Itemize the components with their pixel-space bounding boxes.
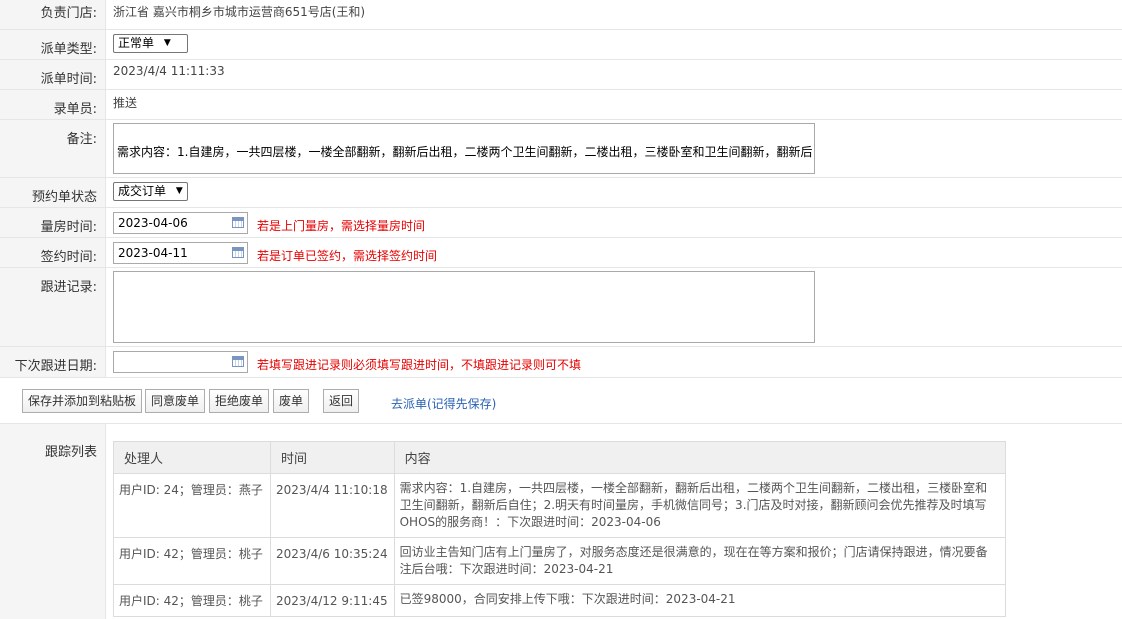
sign-time-label: 签约时间: <box>0 238 106 267</box>
calendar-icon[interactable] <box>232 217 244 228</box>
followup-record-label: 跟进记录: <box>0 268 106 346</box>
back-button[interactable]: 返回 <box>323 389 359 413</box>
sign-time-input[interactable]: 2023-04-11 <box>113 242 248 264</box>
booking-status-selected: 成交订单 <box>118 184 167 198</box>
followup-record-cell <box>113 268 1122 346</box>
row-store: 负责门店: 浙江省 嘉兴市桐乡市城市运营商651号店(王和) <box>0 0 1122 30</box>
table-row: 用户ID: 42；管理员：桃子 2023/4/6 10:35:24 回访业主告知… <box>113 537 1007 585</box>
header-time: 时间 <box>270 441 395 474</box>
row-content: 需求内容：1.自建房，一共四层楼，一楼全部翻新，翻新后出租，二楼两个卫生间翻新，… <box>393 473 1007 538</box>
row-recorder: 录单员: 推送 <box>0 90 1122 120</box>
table-row: 用户ID: 42；管理员：桃子 2023/4/12 9:11:45 已签9800… <box>113 584 1007 617</box>
row-content: 回访业主告知门店有上门量房了，对服务态度还是很满意的，现在在等方案和报价；门店请… <box>393 537 1007 585</box>
dispatch-time-value: 2023/4/4 11:11:33 <box>113 64 225 78</box>
void-button[interactable]: 废单 <box>273 389 309 413</box>
row-dispatch-time: 派单时间: 2023/4/4 11:11:33 <box>0 60 1122 90</box>
recorder-value: 推送 <box>113 96 138 110</box>
sign-time-hint: 若是订单已签约，需选择签约时间 <box>257 249 438 263</box>
chevron-down-icon: ▼ <box>163 38 171 48</box>
row-next-followup: 下次跟进日期: 若填写跟进记录则必须填写跟进时间，不填跟进记录则可不填 <box>0 347 1122 378</box>
row-time: 2023/4/12 9:11:45 <box>270 584 395 617</box>
followup-record-textarea[interactable] <box>113 271 815 343</box>
action-bar: 保存并添加到粘贴板 同意废单 拒绝废单 废单 返回 去派单(记得先保存) <box>0 378 1122 424</box>
row-time: 2023/4/6 10:35:24 <box>270 537 395 585</box>
dispatch-type-label: 派单类型: <box>0 30 106 59</box>
booking-status-cell: 成交订单 ▼ <box>113 178 1122 207</box>
measure-time-value: 2023-04-06 <box>118 216 188 230</box>
row-handler: 用户ID: 42；管理员：桃子 <box>113 584 271 617</box>
table-row: 用户ID: 24；管理员：燕子 2023/4/4 11:10:18 需求内容：1… <box>113 473 1007 538</box>
chevron-down-icon: ▼ <box>175 186 183 196</box>
booking-status-label: 预约单状态 <box>0 178 106 207</box>
store-value-cell: 浙江省 嘉兴市桐乡市城市运营商651号店(王和) <box>113 0 1122 29</box>
store-label: 负责门店: <box>0 0 106 29</box>
remark-textarea[interactable]: 需求内容：1.自建房，一共四层楼，一楼全部翻新，翻新后出租，二楼两个卫生间翻新，… <box>113 123 815 174</box>
row-handler: 用户ID: 24；管理员：燕子 <box>113 473 271 538</box>
next-followup-cell: 若填写跟进记录则必须填写跟进时间，不填跟进记录则可不填 <box>113 347 1122 377</box>
measure-time-cell: 2023-04-06 若是上门量房，需选择量房时间 <box>113 208 1122 237</box>
tracking-section: 跟踪列表 处理人 时间 内容 用户ID: 24；管理员：燕子 2023/4/4 … <box>0 424 1122 619</box>
remark-text: 需求内容：1.自建房，一共四层楼，一楼全部翻新，翻新后出租，二楼两个卫生间翻新，… <box>117 145 815 159</box>
remark-cell: 需求内容：1.自建房，一共四层楼，一楼全部翻新，翻新后出租，二楼两个卫生间翻新，… <box>113 120 1122 177</box>
next-followup-hint: 若填写跟进记录则必须填写跟进时间，不填跟进记录则可不填 <box>257 358 582 372</box>
next-followup-input[interactable] <box>113 351 248 373</box>
remark-label: 备注: <box>0 120 106 177</box>
sign-time-value: 2023-04-11 <box>118 246 188 260</box>
dispatch-type-cell: 正常单 ▼ <box>113 30 1122 59</box>
dispatch-time-cell: 2023/4/4 11:11:33 <box>113 60 1122 89</box>
tracking-label: 跟踪列表 <box>0 424 106 619</box>
measure-time-hint: 若是上门量房，需选择量房时间 <box>257 219 426 233</box>
row-time: 2023/4/4 11:10:18 <box>270 473 395 538</box>
store-value: 浙江省 嘉兴市桐乡市城市运营商651号店(王和) <box>113 5 366 19</box>
recorder-cell: 推送 <box>113 90 1122 119</box>
row-followup-record: 跟进记录: <box>0 268 1122 347</box>
tracking-table: 处理人 时间 内容 用户ID: 24；管理员：燕子 2023/4/4 11:10… <box>113 441 1007 617</box>
dispatch-type-selected: 正常单 <box>118 36 155 50</box>
dispatch-time-label: 派单时间: <box>0 60 106 89</box>
row-dispatch-type: 派单类型: 正常单 ▼ <box>0 30 1122 60</box>
agree-void-button[interactable]: 同意废单 <box>145 389 205 413</box>
measure-time-input[interactable]: 2023-04-06 <box>113 212 248 234</box>
booking-status-select[interactable]: 成交订单 ▼ <box>113 182 188 201</box>
save-and-copy-button[interactable]: 保存并添加到粘贴板 <box>22 389 142 413</box>
recorder-label: 录单员: <box>0 90 106 119</box>
row-measure-time: 量房时间: 2023-04-06 若是上门量房，需选择量房时间 <box>0 208 1122 238</box>
calendar-icon[interactable] <box>232 247 244 258</box>
measure-time-label: 量房时间: <box>0 208 106 237</box>
header-handler: 处理人 <box>113 441 271 474</box>
row-sign-time: 签约时间: 2023-04-11 若是订单已签约，需选择签约时间 <box>0 238 1122 268</box>
next-followup-label: 下次跟进日期: <box>0 347 106 377</box>
header-content: 内容 <box>393 441 1007 474</box>
row-booking-status: 预约单状态 成交订单 ▼ <box>0 178 1122 208</box>
reject-void-button[interactable]: 拒绝废单 <box>209 389 269 413</box>
dispatch-type-select[interactable]: 正常单 ▼ <box>113 34 188 53</box>
tracking-header-row: 处理人 时间 内容 <box>113 441 1007 474</box>
row-remark: 备注: 需求内容：1.自建房，一共四层楼，一楼全部翻新，翻新后出租，二楼两个卫生… <box>0 120 1122 178</box>
calendar-icon[interactable] <box>232 356 244 367</box>
go-dispatch-link[interactable]: 去派单(记得先保存) <box>391 395 496 412</box>
sign-time-cell: 2023-04-11 若是订单已签约，需选择签约时间 <box>113 238 1122 267</box>
row-content: 已签98000，合同安排上传下哦：下次跟进时间：2023-04-21 <box>393 584 1007 617</box>
row-handler: 用户ID: 42；管理员：桃子 <box>113 537 271 585</box>
